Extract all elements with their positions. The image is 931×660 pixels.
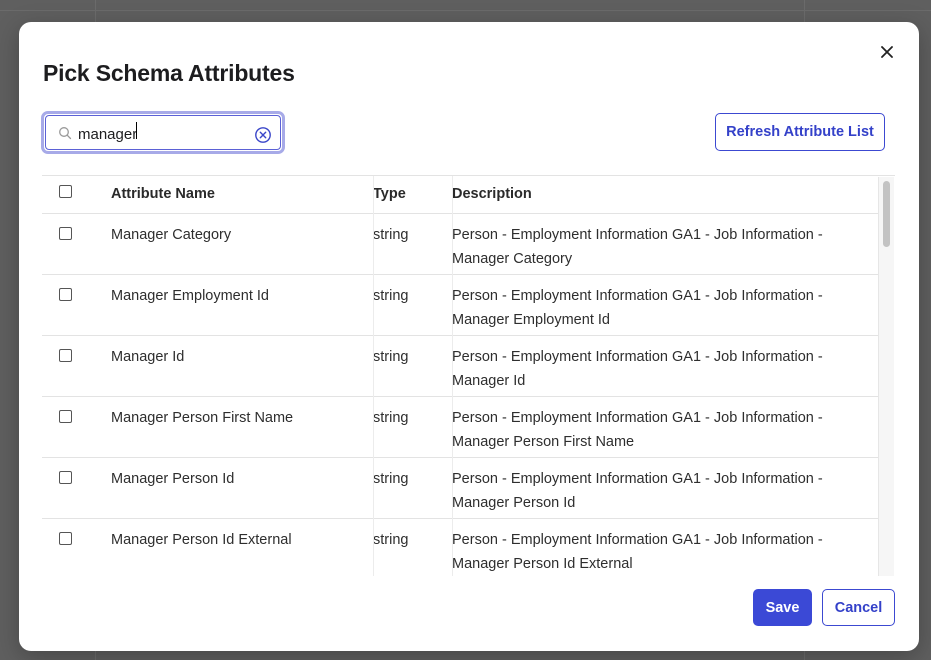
select-all-checkbox[interactable] <box>59 185 72 198</box>
save-button[interactable]: Save <box>753 589 812 626</box>
attribute-name-cell: Manager Person Id <box>111 456 373 518</box>
attribute-type-cell: string <box>373 517 452 576</box>
description-line: Manager Category <box>452 250 573 267</box>
row-checkbox[interactable] <box>59 287 72 301</box>
text-caret <box>136 122 138 139</box>
attributes-table: Attribute Name Type Description Manager … <box>42 175 895 576</box>
select-all-cell <box>42 176 111 213</box>
table-row[interactable]: Manager Person Id External string Person… <box>42 517 880 576</box>
close-icon[interactable] <box>877 42 897 62</box>
attribute-description-cell: Person - Employment Information GA1 - Jo… <box>452 334 880 396</box>
column-divider <box>452 176 453 576</box>
attribute-type-cell: string <box>373 212 452 274</box>
attribute-type-cell: string <box>373 456 452 518</box>
attribute-description-cell: Person - Employment Information GA1 - Jo… <box>452 456 880 518</box>
description-line: Person - Employment Information GA1 - Jo… <box>452 348 823 365</box>
description-line: Person - Employment Information GA1 - Jo… <box>452 287 823 304</box>
description-line: Person - Employment Information GA1 - Jo… <box>452 470 823 487</box>
table-row[interactable]: Manager Employment Id string Person - Em… <box>42 273 880 335</box>
attribute-description-cell: Person - Employment Information GA1 - Jo… <box>452 212 880 274</box>
attribute-type-cell: string <box>373 395 452 457</box>
table-row[interactable]: Manager Category string Person - Employm… <box>42 212 880 274</box>
table-row[interactable]: Manager Id string Person - Employment In… <box>42 334 880 396</box>
attribute-name-cell: Manager Person First Name <box>111 395 373 457</box>
table-row[interactable]: Manager Person First Name string Person … <box>42 395 880 457</box>
row-checkbox[interactable] <box>59 470 72 484</box>
row-checkbox[interactable] <box>59 348 72 362</box>
clear-circle-x-icon[interactable] <box>254 126 272 144</box>
attribute-name-cell: Manager Employment Id <box>111 273 373 335</box>
header-attribute-name[interactable]: Attribute Name <box>111 176 373 213</box>
row-checkbox[interactable] <box>59 409 72 423</box>
description-line: Manager Person Id <box>452 494 576 511</box>
cancel-button[interactable]: Cancel <box>822 589 895 626</box>
pick-schema-attributes-dialog: Pick Schema Attributes manager Refresh A… <box>19 22 919 651</box>
attribute-name-cell: Manager Id <box>111 334 373 396</box>
header-description[interactable]: Description <box>452 176 880 213</box>
table-scrollbar[interactable] <box>878 177 894 576</box>
description-line: Manager Employment Id <box>452 311 610 328</box>
description-line: Person - Employment Information GA1 - Jo… <box>452 409 823 426</box>
dialog-title: Pick Schema Attributes <box>43 60 295 86</box>
description-line: Manager Id <box>452 372 526 389</box>
attribute-type-cell: string <box>373 273 452 335</box>
description-line: Person - Employment Information GA1 - Jo… <box>452 226 823 243</box>
scrollbar-thumb[interactable] <box>883 181 890 247</box>
row-checkbox[interactable] <box>59 531 72 545</box>
row-checkbox[interactable] <box>59 226 72 240</box>
table-header-row: Attribute Name Type Description <box>42 176 880 213</box>
backdrop-divider <box>0 10 931 11</box>
attribute-type-cell: string <box>373 334 452 396</box>
search-value: manager <box>78 126 138 143</box>
attribute-description-cell: Person - Employment Information GA1 - Jo… <box>452 395 880 457</box>
attribute-description-cell: Person - Employment Information GA1 - Jo… <box>452 517 880 576</box>
header-type[interactable]: Type <box>373 176 452 213</box>
description-line: Person - Employment Information GA1 - Jo… <box>452 531 823 548</box>
column-divider <box>373 176 374 576</box>
search-input[interactable]: manager <box>78 122 248 143</box>
description-line: Manager Person First Name <box>452 433 635 450</box>
search-field[interactable]: manager <box>41 111 285 154</box>
attribute-name-cell: Manager Person Id External <box>111 517 373 576</box>
attribute-description-cell: Person - Employment Information GA1 - Jo… <box>452 273 880 335</box>
search-icon <box>59 126 72 139</box>
table-row[interactable]: Manager Person Id string Person - Employ… <box>42 456 880 518</box>
refresh-attribute-list-button[interactable]: Refresh Attribute List <box>715 113 885 151</box>
attribute-name-cell: Manager Category <box>111 212 373 274</box>
description-line: Manager Person Id External <box>452 555 633 572</box>
